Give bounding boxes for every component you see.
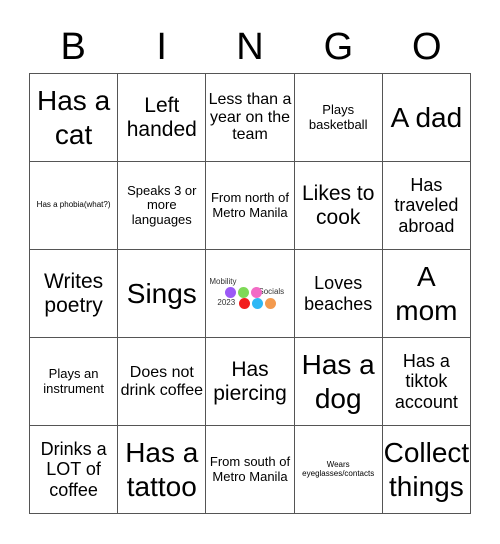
bingo-cell[interactable]: Has piercing [206,338,295,426]
bingo-card-grid: Has a cat Left handed Less than a year on … [29,73,471,514]
bingo-cell-text: Collect things [383,436,470,502]
bingo-cell[interactable]: Less than a year on the team [206,74,295,162]
header-letter-b: B [60,26,86,68]
logo-dot [225,287,237,298]
bingo-cell-text: Left handed [126,93,197,141]
header-letter-o: O [412,26,442,68]
bingo-cell-text: Drinks a LOT of coffee [40,439,107,500]
bingo-cell[interactable]: From south of Metro Manila [206,426,295,514]
mobility-socials-logo: Mobility Socials 2023 [207,251,292,336]
bingo-cell[interactable]: Left handed [118,74,207,162]
logo-title: Mobility [209,277,237,286]
bingo-cell[interactable]: Has a cat [30,74,119,162]
bingo-cell-text: Wears eyeglasses/contacts [302,459,375,478]
bingo-cell[interactable]: Has a tiktok account [382,338,471,426]
bingo-cell-text: Has a dog [301,348,375,414]
header-letter-i: I [156,26,167,68]
bingo-cell[interactable]: Drinks a LOT of coffee [30,426,119,514]
bingo-cell[interactable]: Does not drink coffee [118,338,207,426]
bingo-cell-text: Has traveled abroad [394,175,459,236]
logo-dot [238,287,250,298]
free-space-cell[interactable]: Mobility Socials 2023 [206,250,295,338]
bingo-cell-text: A dad [390,101,463,133]
bingo-cell[interactable]: Has traveled abroad [382,162,471,250]
bingo-cell-text: Has a phobia(what?) [36,200,111,210]
bingo-cell[interactable]: Writes poetry [30,250,119,338]
bingo-cell-text: Loves beaches [304,273,373,314]
bingo-cell-text: Speaks 3 or more languages [127,182,197,227]
bingo-cell[interactable]: Loves beaches [294,250,383,338]
bingo-cell[interactable]: Plays basketball [294,74,383,162]
bingo-cell[interactable]: Wears eyeglasses/contacts [294,426,383,514]
bingo-cell-text: Plays basketball [308,101,368,132]
bingo-cell[interactable]: Has a tattoo [118,426,207,514]
bingo-cell[interactable]: Plays an instrument [30,338,119,426]
logo-subtitle: Socials [258,287,285,296]
bingo-cell[interactable]: Sings [118,250,207,338]
bingo-cell[interactable]: Speaks 3 or more languages [118,162,207,250]
bingo-cell[interactable]: From north of Metro Manila [206,162,295,250]
bingo-cell-text: Has a tiktok account [394,351,458,412]
bingo-cell[interactable]: A dad [382,74,471,162]
bingo-cell-text: Likes to cook [302,181,375,229]
bingo-cell[interactable]: Has a phobia(what?) [30,162,119,250]
bingo-cell[interactable]: Collect things [382,426,471,514]
bingo-cell-text: Sings [126,277,197,309]
header-letter-n: N [236,26,264,68]
bingo-cell[interactable]: A mom [382,250,471,338]
logo-dot [265,298,277,309]
bingo-cell-text: Does not drink coffee [120,363,203,399]
bingo-header: B I N G O [29,22,471,72]
bingo-cell-text: Has piercing [213,357,287,405]
bingo-cell-text: Has a cat [37,84,111,150]
bingo-cell-text: Less than a year on the team [208,90,292,144]
header-letter-g: G [323,26,354,68]
bingo-cell-text: A mom [395,260,458,326]
bingo-cell-text: Plays an instrument [43,365,104,396]
bingo-cell[interactable]: Has a dog [294,338,383,426]
logo-dot [239,298,251,309]
bingo-cell-text: Writes poetry [44,269,104,317]
logo-year: 2023 [217,298,236,307]
bingo-cell-text: Has a tattoo [125,436,199,502]
bingo-cell-text: From south of Metro Manila [209,453,291,484]
bingo-cell[interactable]: Likes to cook [294,162,383,250]
bingo-cell-text: From north of Metro Manila [210,189,289,220]
logo-dot [252,298,264,309]
